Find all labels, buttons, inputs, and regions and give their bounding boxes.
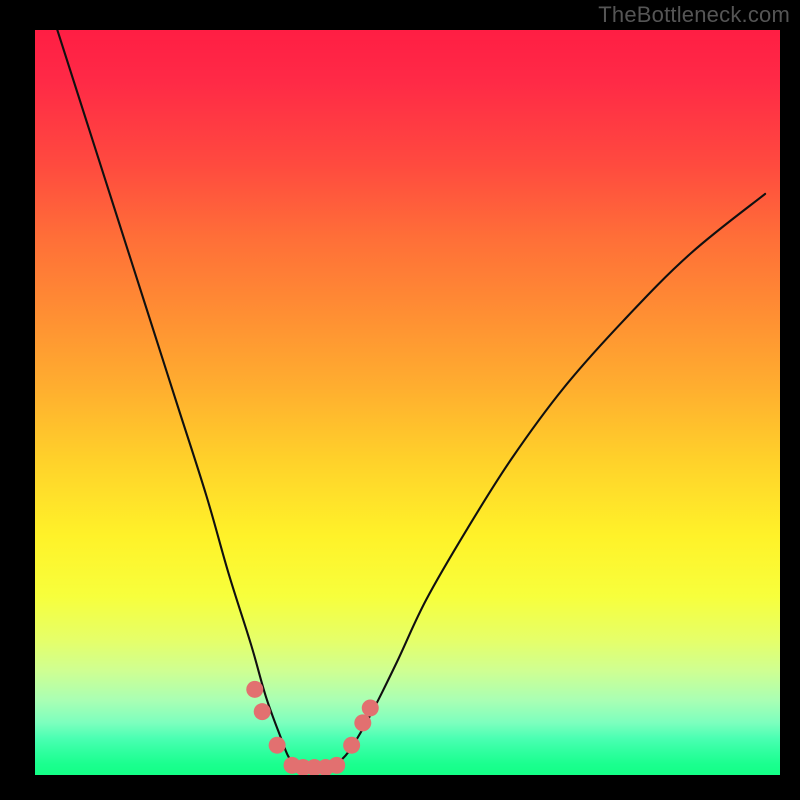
curve-left bbox=[57, 30, 295, 766]
watermark-text: TheBottleneck.com bbox=[598, 2, 790, 28]
marker-dot bbox=[362, 699, 379, 716]
marker-dot bbox=[328, 757, 345, 774]
plot-area bbox=[35, 30, 780, 775]
chart-root: TheBottleneck.com bbox=[0, 0, 800, 800]
marker-dot bbox=[354, 714, 371, 731]
plot-frame bbox=[35, 30, 780, 775]
marker-dot bbox=[246, 681, 263, 698]
curve-right-branch bbox=[333, 194, 765, 766]
curve-layer bbox=[35, 30, 780, 775]
marker-dot bbox=[343, 737, 360, 754]
curve-right bbox=[333, 194, 765, 766]
marker-dot bbox=[269, 737, 286, 754]
curve-left-branch bbox=[57, 30, 295, 766]
marker-dot bbox=[254, 703, 271, 720]
